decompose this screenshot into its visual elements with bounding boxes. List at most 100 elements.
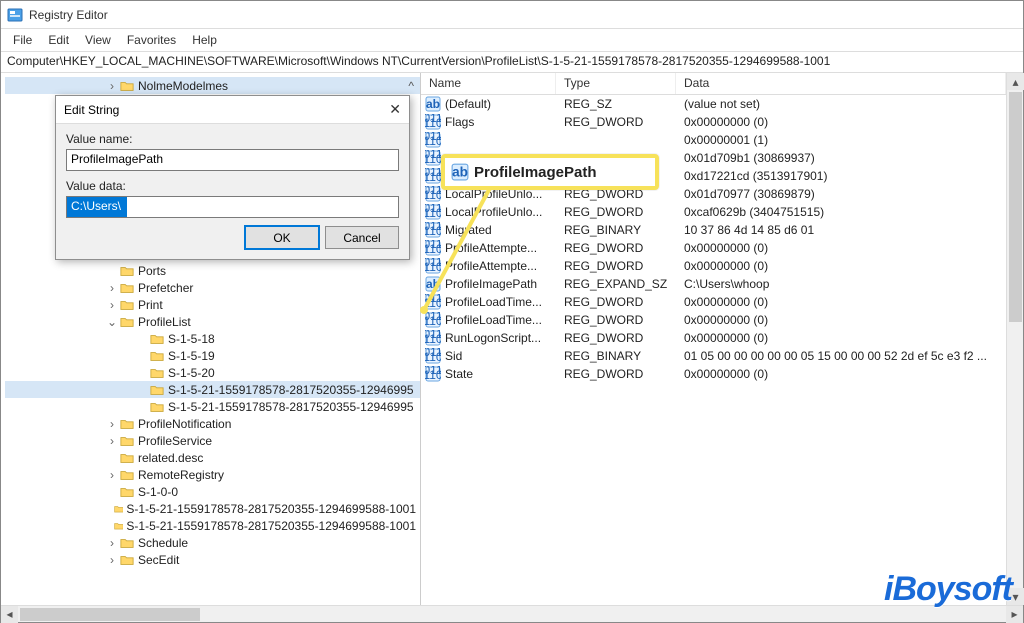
tree-item-label: S-1-5-20 (168, 366, 219, 380)
folder-icon (119, 281, 135, 295)
value-name: ProfileLoadTime... (445, 313, 564, 327)
col-name-header[interactable]: Name (421, 73, 556, 94)
expander-icon[interactable]: ⌄ (105, 315, 119, 329)
tree-item[interactable]: S-1-5-21-1559178578-2817520355-129469958… (5, 517, 420, 534)
tree-item[interactable]: Ports (5, 262, 420, 279)
bin-icon (425, 348, 441, 364)
folder-icon (114, 502, 124, 516)
value-row[interactable]: ProfileLoadTime...REG_DWORD0x00000000 (0… (421, 311, 1006, 329)
tree-item-label: S-1-5-19 (168, 349, 219, 363)
tree-item[interactable]: › Prefetcher (5, 279, 420, 296)
value-data: (value not set) (684, 97, 1006, 111)
value-type: REG_DWORD (564, 295, 684, 309)
scroll-thumb[interactable] (1009, 92, 1022, 322)
sz-icon (425, 276, 441, 292)
menu-file[interactable]: File (5, 31, 40, 49)
cancel-button[interactable]: Cancel (325, 226, 399, 249)
menu-help[interactable]: Help (184, 31, 225, 49)
tree-item[interactable]: ›ProfileService (5, 432, 420, 449)
value-row[interactable]: (Default)REG_SZ(value not set) (421, 95, 1006, 113)
tree-item[interactable]: S-1-5-21-1559178578-2817520355-12946995 (5, 381, 420, 398)
tree-item[interactable]: ⌄ProfileList (5, 313, 420, 330)
tree-item[interactable]: S-1-5-21-1559178578-2817520355-129469958… (5, 500, 420, 517)
menu-favorites[interactable]: Favorites (119, 31, 184, 49)
value-row[interactable]: FlagsREG_DWORD0x00000000 (0) (421, 113, 1006, 131)
menubar: File Edit View Favorites Help (1, 29, 1023, 51)
expander-icon[interactable]: › (105, 79, 119, 93)
scroll-left-icon[interactable]: ◂ (1, 606, 18, 623)
expander-icon[interactable]: › (105, 434, 119, 448)
value-row[interactable]: RunLogonScript...REG_DWORD0x00000000 (0) (421, 329, 1006, 347)
dialog-titlebar[interactable]: Edit String ✕ (56, 96, 409, 124)
tree-item[interactable]: S-1-0-0 (5, 483, 420, 500)
expander-icon[interactable]: › (105, 468, 119, 482)
tree-item[interactable]: S-1-5-19 (5, 347, 420, 364)
value-name: State (445, 367, 564, 381)
bin-icon (425, 186, 441, 202)
tree-item[interactable]: S-1-5-18 (5, 330, 420, 347)
address-bar[interactable]: Computer\HKEY_LOCAL_MACHINE\SOFTWARE\Mic… (1, 51, 1023, 73)
col-type-header[interactable]: Type (556, 73, 676, 94)
value-row[interactable]: ProfileImagePathREG_EXPAND_SZC:\Users\wh… (421, 275, 1006, 293)
ok-button[interactable]: OK (245, 226, 319, 249)
expander-icon[interactable]: › (105, 553, 119, 567)
expander-icon[interactable]: › (105, 417, 119, 431)
value-name: Flags (445, 115, 564, 129)
close-icon[interactable]: ✕ (371, 101, 401, 118)
window-title: Registry Editor (29, 8, 108, 22)
bin-icon (425, 168, 441, 184)
value-data: 0x00000000 (0) (684, 115, 1006, 129)
tree-item[interactable]: S-1-5-21-1559178578-2817520355-12946995 (5, 398, 420, 415)
value-name: ProfileLoadTime... (445, 295, 564, 309)
scroll-up-icon[interactable]: ▴ (1007, 73, 1024, 90)
tree-item-label: S-1-5-21-1559178578-2817520355-129469958… (126, 519, 420, 533)
folder-icon (119, 79, 135, 93)
tree-item-label: ProfileNotification (138, 417, 235, 431)
tree-item[interactable]: ›Schedule (5, 534, 420, 551)
menu-edit[interactable]: Edit (40, 31, 77, 49)
scroll-down-icon[interactable]: ▾ (1007, 588, 1024, 605)
value-data: 0x00000000 (0) (684, 241, 1006, 255)
tree-item-label: SecEdit (138, 553, 183, 567)
value-data: C:\Users\whoop (684, 277, 1006, 291)
expander-icon[interactable]: › (105, 281, 119, 295)
menu-view[interactable]: View (77, 31, 119, 49)
tree-item[interactable]: › RemoteRegistry (5, 466, 420, 483)
tree-item[interactable]: › ProfileNotification (5, 415, 420, 432)
tree-item-selected[interactable]: › NolmeModelmes ^ (5, 77, 420, 94)
col-data-header[interactable]: Data (676, 73, 1006, 94)
bin-icon (425, 330, 441, 346)
value-row[interactable]: ProfileAttempte...REG_DWORD0x00000000 (0… (421, 257, 1006, 275)
expander-icon[interactable]: › (105, 298, 119, 312)
tree-item[interactable]: S-1-5-20 (5, 364, 420, 381)
scrollbar-vertical[interactable]: ▴ ▾ (1006, 73, 1023, 605)
value-row[interactable]: ProfileLoadTime...REG_DWORD0x00000000 (0… (421, 293, 1006, 311)
value-data: 0x01d70977 (30869879) (684, 187, 1006, 201)
scroll-right-icon[interactable]: ▸ (1006, 606, 1023, 623)
edit-string-dialog: Edit String ✕ Value name: ProfileImagePa… (55, 95, 410, 260)
tree-item-label: Prefetcher (138, 281, 197, 295)
value-type: REG_BINARY (564, 349, 684, 363)
value-type: REG_EXPAND_SZ (564, 277, 684, 291)
tree-item-label: RemoteRegistry (138, 468, 228, 482)
tree-item[interactable]: related.desc (5, 449, 420, 466)
scrollbar-horizontal[interactable]: ◂ ▸ (1, 605, 1023, 622)
value-data-input[interactable]: C:\Users\ (66, 196, 399, 218)
value-data: 0x00000000 (0) (684, 259, 1006, 273)
value-row[interactable]: SidREG_BINARY01 05 00 00 00 00 00 05 15 … (421, 347, 1006, 365)
expander-icon[interactable]: › (105, 536, 119, 550)
tree-item[interactable]: ›Print (5, 296, 420, 313)
tree-item-label: S-1-5-21-1559178578-2817520355-129469958… (126, 502, 420, 516)
folder-icon (119, 485, 135, 499)
callout-label: ProfileImagePath (474, 164, 597, 181)
value-type: REG_DWORD (564, 367, 684, 381)
value-row[interactable]: StateREG_DWORD0x00000000 (0) (421, 365, 1006, 383)
tree-item[interactable]: › SecEdit (5, 551, 420, 568)
value-row[interactable]: ProfileAttempte...REG_DWORD0x00000000 (0… (421, 239, 1006, 257)
value-row[interactable]: 0x00000001 (1) (421, 131, 1006, 149)
scroll-thumb-h[interactable] (20, 608, 200, 621)
value-name-input[interactable]: ProfileImagePath (66, 149, 399, 171)
folder-icon (119, 434, 135, 448)
value-row[interactable]: LocalProfileUnlo...REG_DWORD0xcaf0629b (… (421, 203, 1006, 221)
value-row[interactable]: MigratedREG_BINARY10 37 86 4d 14 85 d6 0… (421, 221, 1006, 239)
